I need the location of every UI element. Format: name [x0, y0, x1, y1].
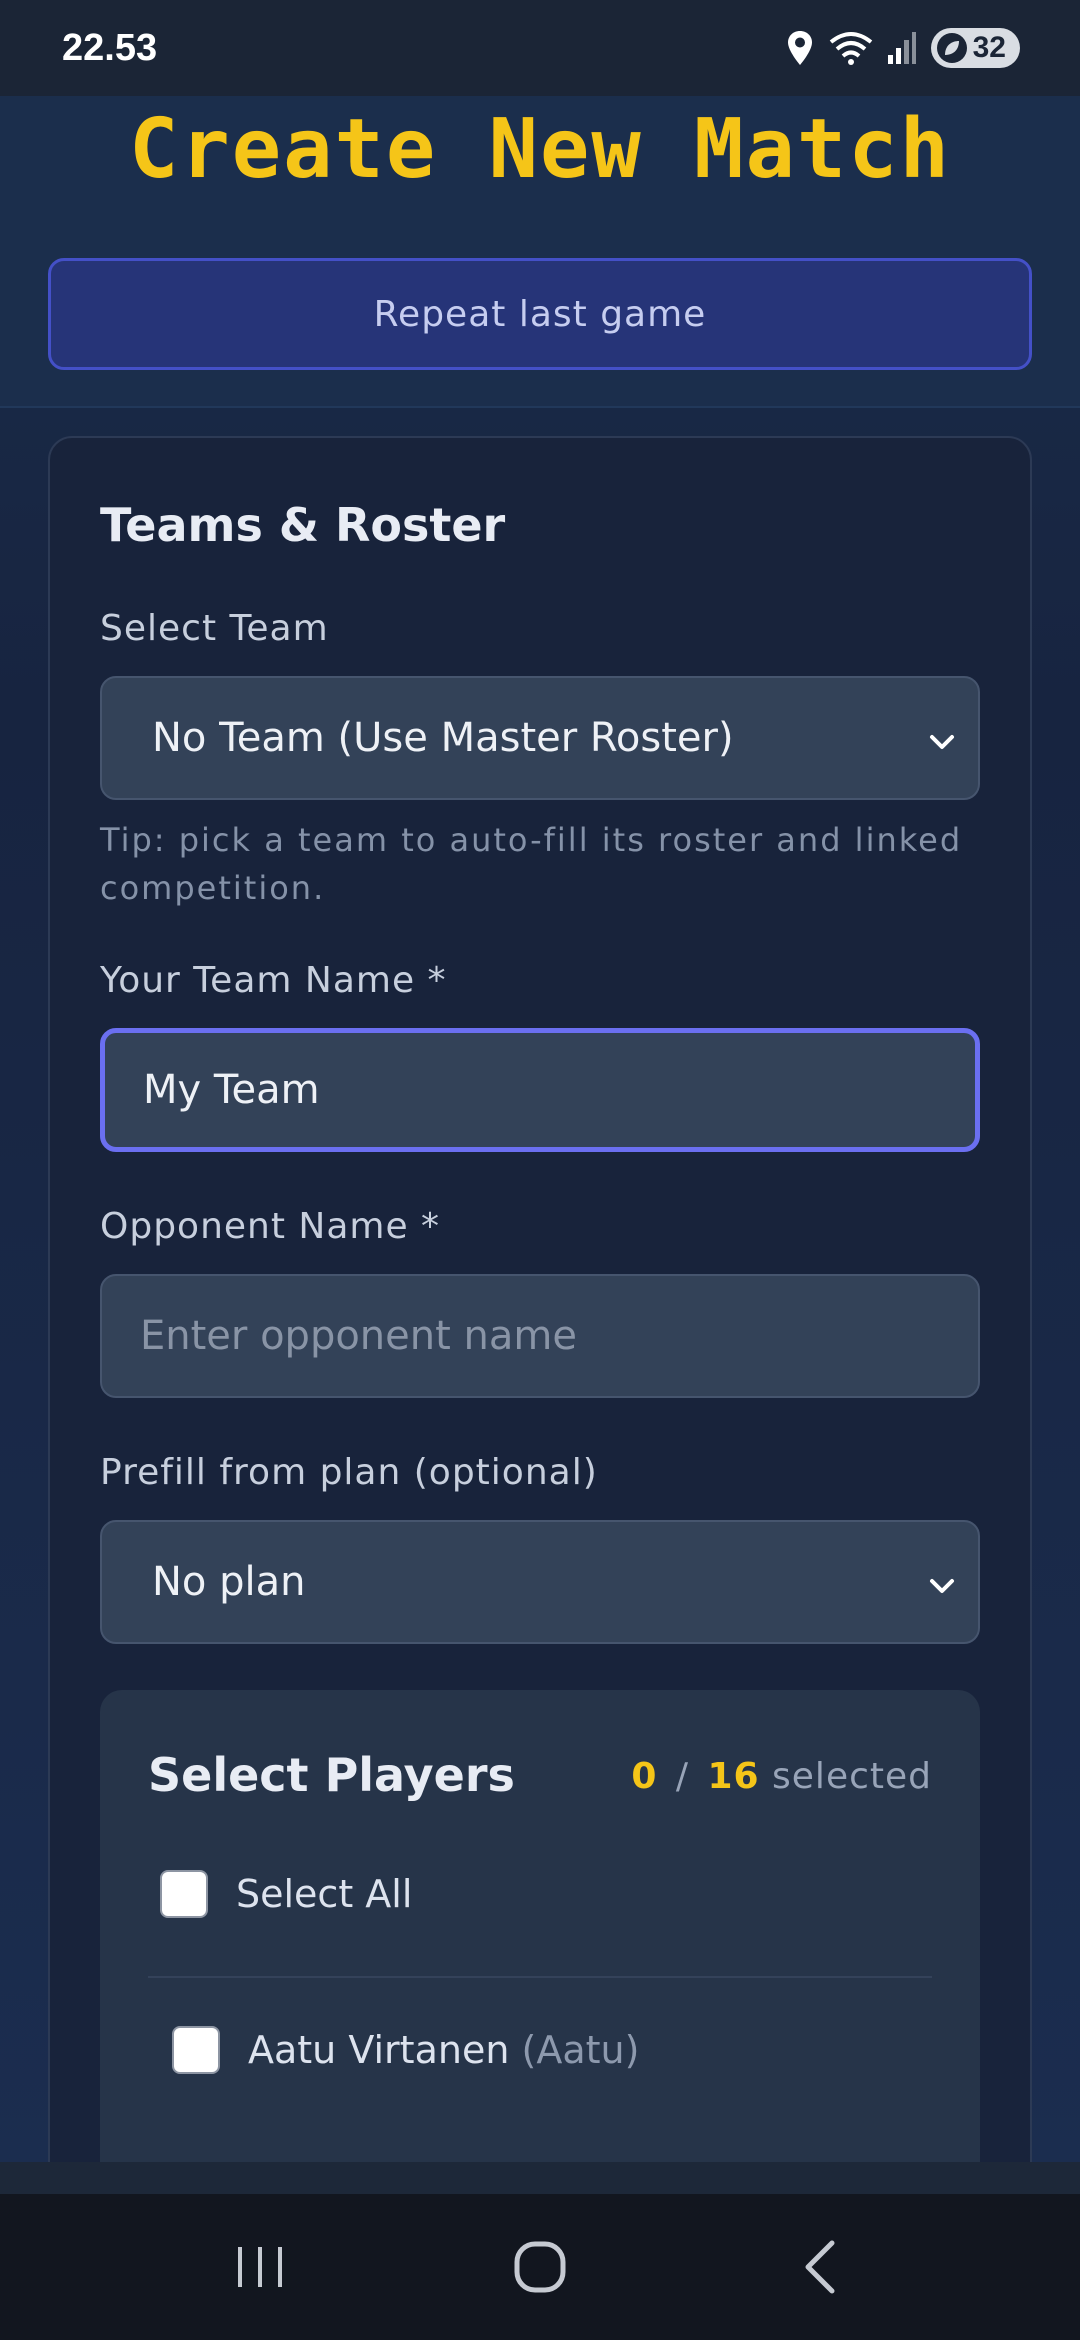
team-name-input[interactable]: My Team	[100, 1028, 980, 1152]
team-name-value: My Team	[143, 1067, 320, 1113]
teams-roster-card: Teams & Roster Select Team No Team (Use …	[48, 436, 1032, 2162]
selected-suffix: selected	[772, 1756, 932, 1797]
players-title: Select Players	[148, 1748, 515, 1802]
back-icon[interactable]	[760, 2207, 880, 2327]
player-row[interactable]: Aatu Virtanen (Aatu)	[172, 2026, 639, 2074]
player-checkbox[interactable]	[172, 2026, 220, 2074]
opponent-name-placeholder: Enter opponent name	[140, 1313, 577, 1359]
location-icon	[785, 30, 815, 66]
opponent-name-input[interactable]: Enter opponent name	[100, 1274, 980, 1398]
status-bar: 22.53 32	[0, 0, 1080, 96]
select-all-row[interactable]: Select All	[160, 1870, 412, 1918]
battery-saver-icon	[936, 33, 967, 63]
player-nickname: (Aatu)	[521, 2028, 640, 2072]
header: Create New Match Repeat last game	[0, 96, 1080, 408]
page-title: Create New Match	[129, 102, 951, 197]
team-name-label: Your Team Name *	[100, 960, 447, 1001]
recent-apps-icon[interactable]	[200, 2207, 320, 2327]
divider	[148, 1976, 932, 1978]
status-time: 22.53	[62, 26, 158, 69]
app-content: Create New Match Repeat last game Teams …	[0, 96, 1080, 2162]
chevron-down-icon	[926, 722, 958, 768]
section-title: Teams & Roster	[100, 498, 506, 552]
home-icon[interactable]	[480, 2207, 600, 2327]
total-count: 16	[707, 1756, 760, 1797]
select-all-checkbox[interactable]	[160, 1870, 208, 1918]
repeat-last-game-button[interactable]: Repeat last game	[48, 258, 1032, 370]
opponent-name-label: Opponent Name *	[100, 1206, 441, 1247]
status-icons: 32	[785, 28, 1020, 68]
battery-icon: 32	[930, 28, 1020, 68]
select-team-dropdown[interactable]: No Team (Use Master Roster)	[100, 676, 980, 800]
select-team-value: No Team (Use Master Roster)	[152, 715, 734, 761]
chevron-down-icon	[926, 1566, 958, 1612]
select-players-panel: Select Players 0 / 16 selected Select Al…	[100, 1690, 980, 2162]
battery-level: 32	[972, 31, 1006, 64]
count-separator: /	[675, 1756, 690, 1797]
players-selected-count: 0 / 16 selected	[631, 1756, 932, 1797]
select-team-label: Select Team	[100, 608, 329, 649]
wifi-icon	[829, 30, 873, 66]
prefill-plan-dropdown[interactable]: No plan	[100, 1520, 980, 1644]
signal-icon	[887, 31, 917, 65]
prefill-plan-value: No plan	[152, 1559, 306, 1605]
nav-strip	[0, 2162, 1080, 2194]
navigation-bar	[0, 2194, 1080, 2340]
player-label: Aatu Virtanen (Aatu)	[248, 2028, 639, 2072]
team-tip-text: Tip: pick a team to auto-fill its roster…	[100, 821, 963, 907]
player-name: Aatu Virtanen	[248, 2028, 510, 2072]
prefill-plan-label: Prefill from plan (optional)	[100, 1452, 598, 1493]
select-all-label: Select All	[236, 1872, 413, 1916]
selected-count: 0	[631, 1756, 658, 1797]
